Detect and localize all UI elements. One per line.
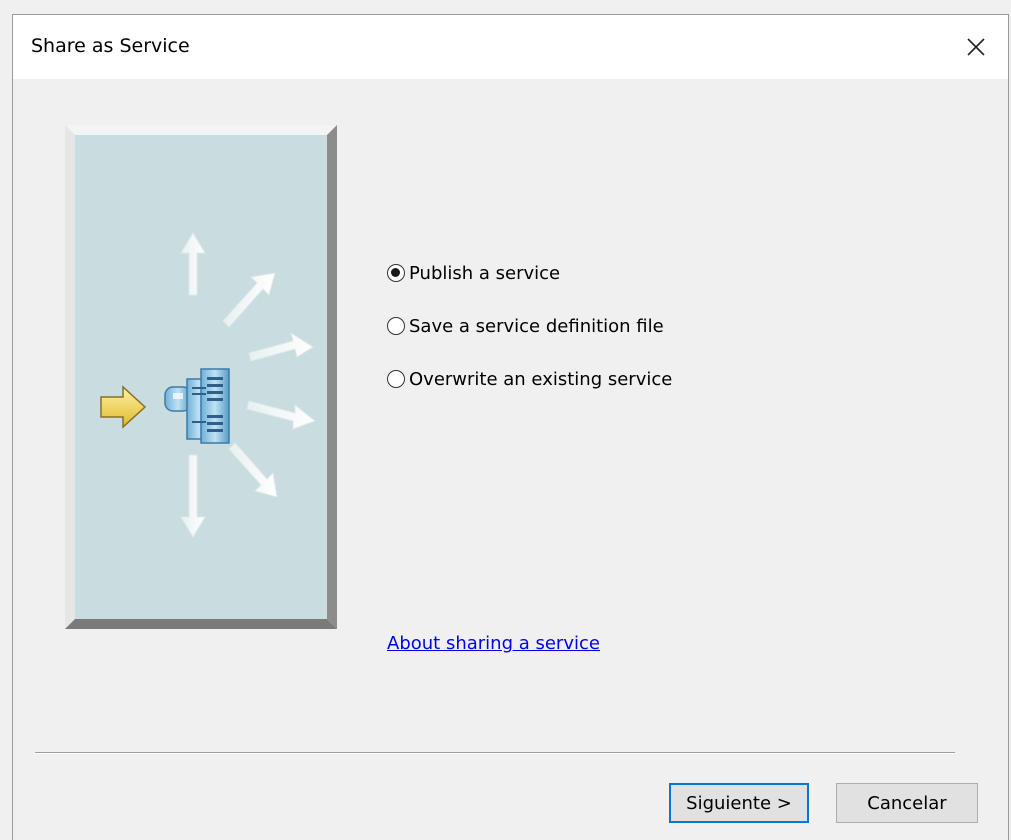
option-label: Overwrite an existing service xyxy=(409,368,673,390)
about-sharing-link[interactable]: About sharing a service xyxy=(387,633,600,654)
share-service-illustration xyxy=(65,125,337,629)
close-icon xyxy=(967,38,985,56)
radio-button[interactable] xyxy=(387,370,405,388)
radio-button-checked[interactable] xyxy=(387,264,405,282)
footer-separator xyxy=(35,752,955,754)
option-publish-service[interactable]: Publish a service xyxy=(387,260,672,286)
next-button[interactable]: Siguiente > xyxy=(669,783,809,823)
option-label: Save a service definition file xyxy=(409,315,664,337)
dialog-title: Share as Service xyxy=(31,35,190,57)
option-label: Publish a service xyxy=(409,262,561,284)
option-overwrite-service[interactable]: Overwrite an existing service xyxy=(387,366,672,392)
share-options-group: Publish a service Save a service definit… xyxy=(387,260,672,419)
close-button[interactable] xyxy=(944,15,1008,79)
cancel-button[interactable]: Cancelar xyxy=(836,783,978,823)
title-bar: Share as Service xyxy=(13,15,1008,79)
radio-button[interactable] xyxy=(387,317,405,335)
dialog-window: Share as Service Publish a service Save … xyxy=(12,14,1009,840)
option-save-service-definition[interactable]: Save a service definition file xyxy=(387,313,672,339)
